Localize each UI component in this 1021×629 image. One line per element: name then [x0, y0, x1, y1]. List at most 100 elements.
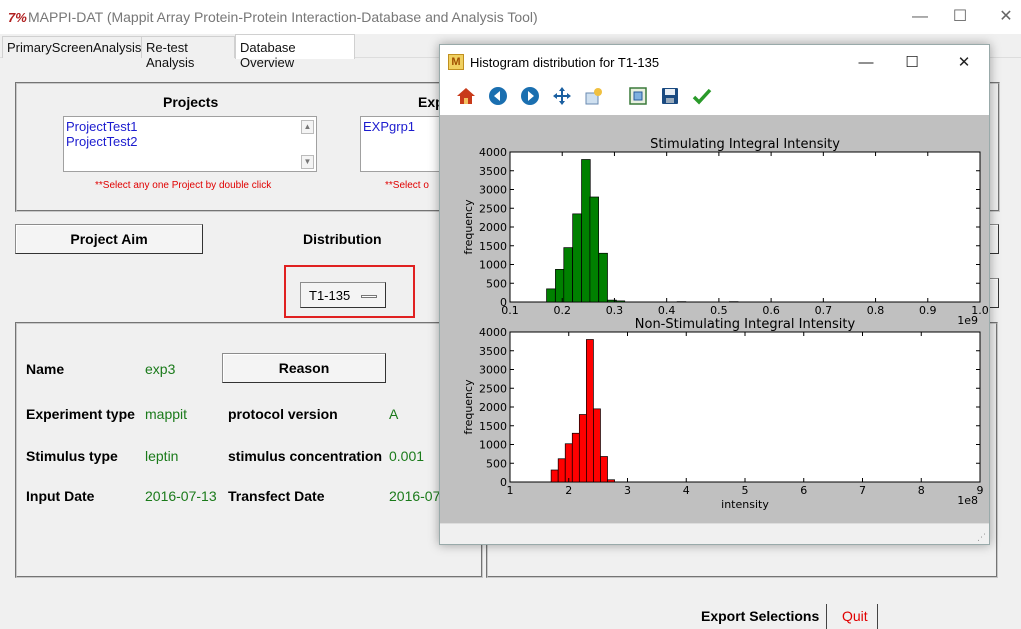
nonstim-ytick-label-8: 4000 [479, 326, 507, 339]
input-date-label: Input Date [26, 488, 95, 504]
experiments-listbox[interactable]: EXPgrp1 [360, 116, 442, 172]
list-item-project-2[interactable]: ProjectTest2 [64, 134, 316, 149]
nonstim-ytick-label-3: 1500 [479, 420, 507, 433]
nonstim-xlabel: intensity [721, 498, 769, 511]
nonstim-xtick-label-0: 1 [507, 484, 514, 497]
experiments-hint: **Select o [385, 180, 429, 191]
stimulus-type-value: leptin [145, 448, 179, 464]
nonstim-bar-6 [593, 408, 601, 483]
edit-axes-icon[interactable] [690, 85, 714, 109]
tab-primary-screen-analysis[interactable]: PrimaryScreenAnalysis [2, 36, 142, 58]
pan-move-icon[interactable] [550, 85, 574, 109]
stim-ytick-label-4: 2000 [479, 221, 507, 234]
save-icon[interactable] [658, 85, 682, 109]
nonstim-bar-8 [607, 479, 615, 483]
stim-chart-title: Stimulating Integral Intensity [650, 137, 840, 152]
resize-grip-icon[interactable]: ⋰ [977, 532, 986, 543]
nonstim-xtick-label-2: 3 [624, 484, 631, 497]
histogram-popup: M Histogram distribution for T1-135 — ☐ … [439, 44, 990, 545]
nonstim-ylabel: frequency [462, 379, 475, 435]
stim-ytick-label-1: 500 [486, 277, 507, 290]
list-item-project-1[interactable]: ProjectTest1 [64, 117, 316, 134]
maximize-button[interactable]: ☐ [948, 6, 972, 28]
stim-ytick-label-8: 4000 [479, 146, 507, 159]
stim-ytick-label-3: 1500 [479, 240, 507, 253]
popup-statusbar: ⋰ [440, 523, 989, 544]
quit-button[interactable]: Quit [838, 604, 878, 629]
stim-bar-1 [555, 269, 565, 303]
nonstim-bar-0 [550, 469, 559, 483]
window-titlebar: 7% MAPPI-DAT (Mappit Array Protein-Prote… [0, 0, 1021, 34]
nonstim-xtick-label-7: 8 [918, 484, 925, 497]
stimulus-type-label: Stimulus type [26, 448, 118, 464]
export-selections-button[interactable]: Export Selections [697, 604, 827, 629]
stim-xtick-label-6: 0.7 [815, 304, 833, 317]
nonstim-offset-label: 1e8 [957, 494, 978, 507]
stim-xtick-label-1: 0.2 [553, 304, 571, 317]
distribution-label: Distribution [303, 231, 382, 247]
popup-maximize-button[interactable]: ☐ [900, 53, 924, 73]
stim-offset-label: 1e9 [957, 314, 978, 327]
stim-bar-5 [589, 196, 599, 303]
histogram-figure: Stimulating Integral Intensity0500100015… [462, 137, 989, 511]
forward-arrow-icon[interactable] [518, 85, 542, 109]
stim-xtick-label-2: 0.3 [606, 304, 624, 317]
popup-minimize-button[interactable]: — [854, 53, 878, 73]
tab-retest-analysis[interactable]: Re-test Analysis [141, 36, 235, 70]
matplotlib-window-icon: M [448, 54, 464, 70]
distribution-dropdown[interactable]: T1-135 [300, 282, 386, 308]
stim-xtick-label-5: 0.6 [762, 304, 780, 317]
window-title: MAPPI-DAT (Mappit Array Protein-Protein … [28, 9, 538, 25]
list-item-experiment-1[interactable]: EXPgrp1 [361, 117, 442, 134]
stim-ytick-label-7: 3500 [479, 165, 507, 178]
projects-hint: **Select any one Project by double click [95, 180, 272, 191]
project-aim-button[interactable]: Project Aim [15, 224, 203, 254]
minimize-button[interactable]: — [908, 6, 932, 28]
stim-bar-4 [581, 159, 591, 303]
close-button[interactable]: ✕ [994, 6, 1018, 28]
stim-xtick-label-8: 0.9 [919, 304, 937, 317]
stim-ylabel: frequency [462, 199, 475, 255]
transfect-date-value: 2016-07 [389, 488, 441, 504]
nonstim-xtick-label-6: 7 [859, 484, 866, 497]
configure-subplots-icon[interactable] [626, 85, 650, 109]
stim-ytick-label-6: 3000 [479, 184, 507, 197]
nonstim-bar-7 [600, 456, 608, 483]
popup-title: Histogram distribution for T1-135 [470, 55, 660, 70]
plot-toolbar [440, 79, 989, 115]
tab-database-overview[interactable]: Database Overview [235, 34, 355, 70]
stim-xtick-label-3: 0.4 [658, 304, 676, 317]
stim-ytick-label-2: 1000 [479, 259, 507, 272]
scroll-up-icon[interactable]: ▲ [301, 120, 314, 134]
back-arrow-icon[interactable] [486, 85, 510, 109]
popup-close-button[interactable]: ✕ [952, 53, 976, 73]
nonstim-ytick-label-2: 1000 [479, 439, 507, 452]
nonstim-ytick-label-1: 500 [486, 457, 507, 470]
scroll-down-icon[interactable]: ▼ [301, 155, 314, 169]
projects-listbox[interactable]: ProjectTest1 ProjectTest2 ▲ ▼ [63, 116, 317, 172]
nonstim-xtick-label-5: 6 [800, 484, 807, 497]
home-icon[interactable] [454, 85, 478, 109]
transfect-date-label: Transfect Date [228, 488, 325, 504]
distribution-selected-value: T1-135 [309, 288, 351, 303]
plot-canvas[interactable]: Stimulating Integral Intensity 0 500 1000 15… [440, 115, 989, 523]
nonstim-chart-title: Non-Stimulating Integral Intensity [635, 317, 856, 332]
protocol-version-label: protocol version [228, 406, 338, 422]
nonstim-xtick-label-4: 5 [742, 484, 749, 497]
protocol-version-value: A [389, 406, 399, 422]
nonstim-bar-5 [586, 339, 594, 483]
nonstim-bar-3 [571, 432, 580, 483]
stim-bar-6 [598, 252, 608, 303]
reason-button[interactable]: Reason [222, 353, 386, 383]
input-date-value: 2016-07-13 [145, 488, 217, 504]
stim-bar-0 [546, 288, 556, 303]
nonstim-ytick-label-5: 2500 [479, 382, 507, 395]
name-label: Name [26, 361, 65, 377]
projects-header: Projects [163, 94, 219, 110]
nonstim-ytick-label-6: 3000 [479, 364, 507, 377]
nonstim-xtick-label-1: 2 [565, 484, 572, 497]
app-logo-icon: 7% [8, 10, 27, 25]
zoom-icon[interactable] [582, 85, 606, 109]
stim-xtick-label-4: 0.5 [710, 304, 728, 317]
nonstim-bar-1 [557, 458, 566, 483]
